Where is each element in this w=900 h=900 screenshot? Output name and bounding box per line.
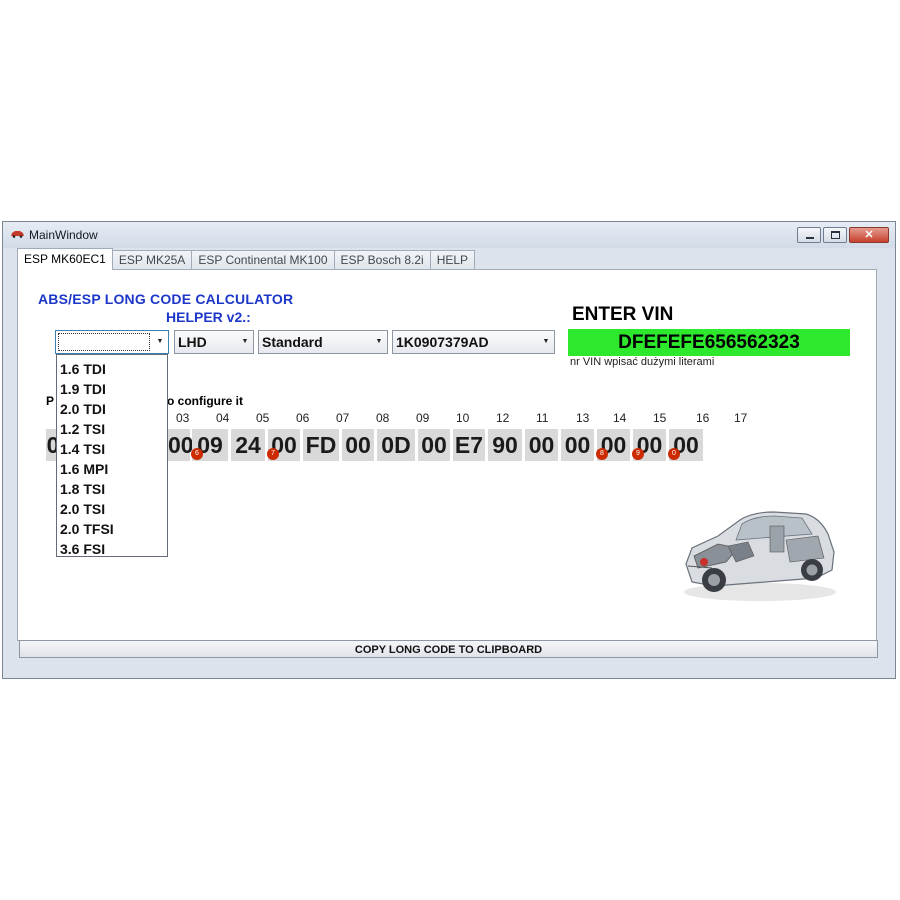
tab-panel: ABS/ESP LONG CODE CALCULATOR HELPER v2.:… (17, 269, 877, 641)
tab-help[interactable]: HELP (429, 250, 476, 270)
engine-option[interactable]: 2.0 TDI (57, 399, 167, 419)
chevron-down-icon[interactable]: ▼ (371, 331, 387, 353)
engine-option[interactable]: 1.6 TDI (57, 359, 167, 379)
vin-title: ENTER VIN (572, 304, 674, 325)
maximize-button[interactable] (823, 227, 847, 243)
byte-index: 13 (576, 411, 590, 425)
engine-option[interactable]: 3.6 FSI (57, 539, 167, 559)
engine-option[interactable]: 1.4 TSI (57, 439, 167, 459)
marker-badge: 9 (632, 448, 644, 460)
byte-index: 03 (176, 411, 190, 425)
byte-cell[interactable]: 00 (168, 429, 194, 461)
engine-option[interactable]: 1.9 TDI (57, 379, 167, 399)
byte-index: 14 (613, 411, 627, 425)
byte-cell[interactable]: E7 (453, 429, 485, 461)
engine-dropdown-list: 1.6 TDI 1.9 TDI 2.0 TDI 1.2 TSI 1.4 TSI … (56, 354, 168, 557)
byte-index: 16 (696, 411, 710, 425)
chevron-down-icon[interactable]: ▼ (152, 331, 168, 353)
drive-side-combo[interactable]: LHD ▼ (174, 330, 254, 354)
tab-esp-continental-mk100[interactable]: ESP Continental MK100 (191, 250, 335, 270)
engine-option[interactable]: 2.0 TSI (57, 499, 167, 519)
drive-side-value: LHD (178, 334, 207, 350)
byte-cell[interactable]: 24 (231, 429, 265, 461)
byte-index: 17 (734, 411, 748, 425)
part-number-value: 1K0907379AD (396, 334, 489, 350)
minimize-icon (806, 237, 814, 239)
marker-badge: 8 (596, 448, 608, 460)
chevron-down-icon[interactable]: ▼ (538, 331, 554, 353)
marker-badge: 0 (668, 448, 680, 460)
tab-esp-bosch-8-2i[interactable]: ESP Bosch 8.2i (333, 250, 431, 270)
main-window: MainWindow ✕ ESP MK60EC1 ESP MK25A ESP C… (2, 221, 896, 679)
marker-badge: 7 (267, 448, 279, 460)
title-bar[interactable]: MainWindow ✕ (3, 222, 895, 248)
byte-cell[interactable]: FD (303, 429, 339, 461)
byte-index: 08 (376, 411, 390, 425)
byte-cell[interactable]: 00 (525, 429, 558, 461)
byte-index: 04 (216, 411, 230, 425)
engine-combo[interactable]: ▼ (55, 330, 169, 354)
vin-note: nr VIN wpisać dużymi literami (570, 356, 715, 368)
minimize-button[interactable] (797, 227, 821, 243)
byte-index: 09 (416, 411, 430, 425)
engine-option[interactable]: 2.0 TFSI (57, 519, 167, 539)
byte-index: 05 (256, 411, 270, 425)
byte-index: 10 (456, 411, 470, 425)
engine-option[interactable]: 1.2 TSI (57, 419, 167, 439)
tab-esp-mk60ec1[interactable]: ESP MK60EC1 (17, 248, 113, 270)
engine-option[interactable]: 1.6 MPI (57, 459, 167, 479)
byte-cell[interactable]: 00 (561, 429, 594, 461)
copy-long-code-button[interactable]: COPY LONG CODE TO CLIPBOARD (19, 640, 878, 658)
engine-option[interactable]: 1.8 TSI (57, 479, 167, 499)
byte-cell[interactable]: 00 (342, 429, 374, 461)
app-heading: ABS/ESP LONG CODE CALCULATOR (38, 291, 294, 307)
byte-index: 06 (296, 411, 310, 425)
maximize-icon (831, 231, 840, 239)
byte-cell[interactable]: 00 (418, 429, 450, 461)
byte-cell[interactable]: 90 (488, 429, 522, 461)
byte-cell[interactable]: 0D (377, 429, 415, 461)
marker-badge: 6 (191, 448, 203, 460)
tab-esp-mk25a[interactable]: ESP MK25A (111, 250, 193, 270)
window-title: MainWindow (29, 228, 98, 242)
tab-bar: ESP MK60EC1 ESP MK25A ESP Continental MK… (17, 248, 476, 270)
close-icon: ✕ (864, 229, 874, 241)
byte-index: 12 (496, 411, 510, 425)
close-button[interactable]: ✕ (849, 227, 889, 243)
car-illustration (684, 511, 836, 601)
byte-index: 07 (336, 411, 350, 425)
car-app-icon (11, 231, 24, 238)
variant-combo[interactable]: Standard ▼ (258, 330, 388, 354)
chevron-down-icon[interactable]: ▼ (237, 331, 253, 353)
byte-index: 11 (536, 411, 549, 425)
variant-value: Standard (262, 334, 323, 350)
part-number-combo[interactable]: 1K0907379AD ▼ (392, 330, 555, 354)
instruction-text-end: o configure it (167, 394, 243, 408)
instruction-text-start: P (46, 394, 55, 408)
vin-input[interactable]: DFEFEFE656562323 (568, 329, 850, 356)
byte-index: 15 (653, 411, 667, 425)
engine-combo-focus (58, 333, 150, 351)
app-subheading: HELPER v2.: (166, 309, 251, 325)
